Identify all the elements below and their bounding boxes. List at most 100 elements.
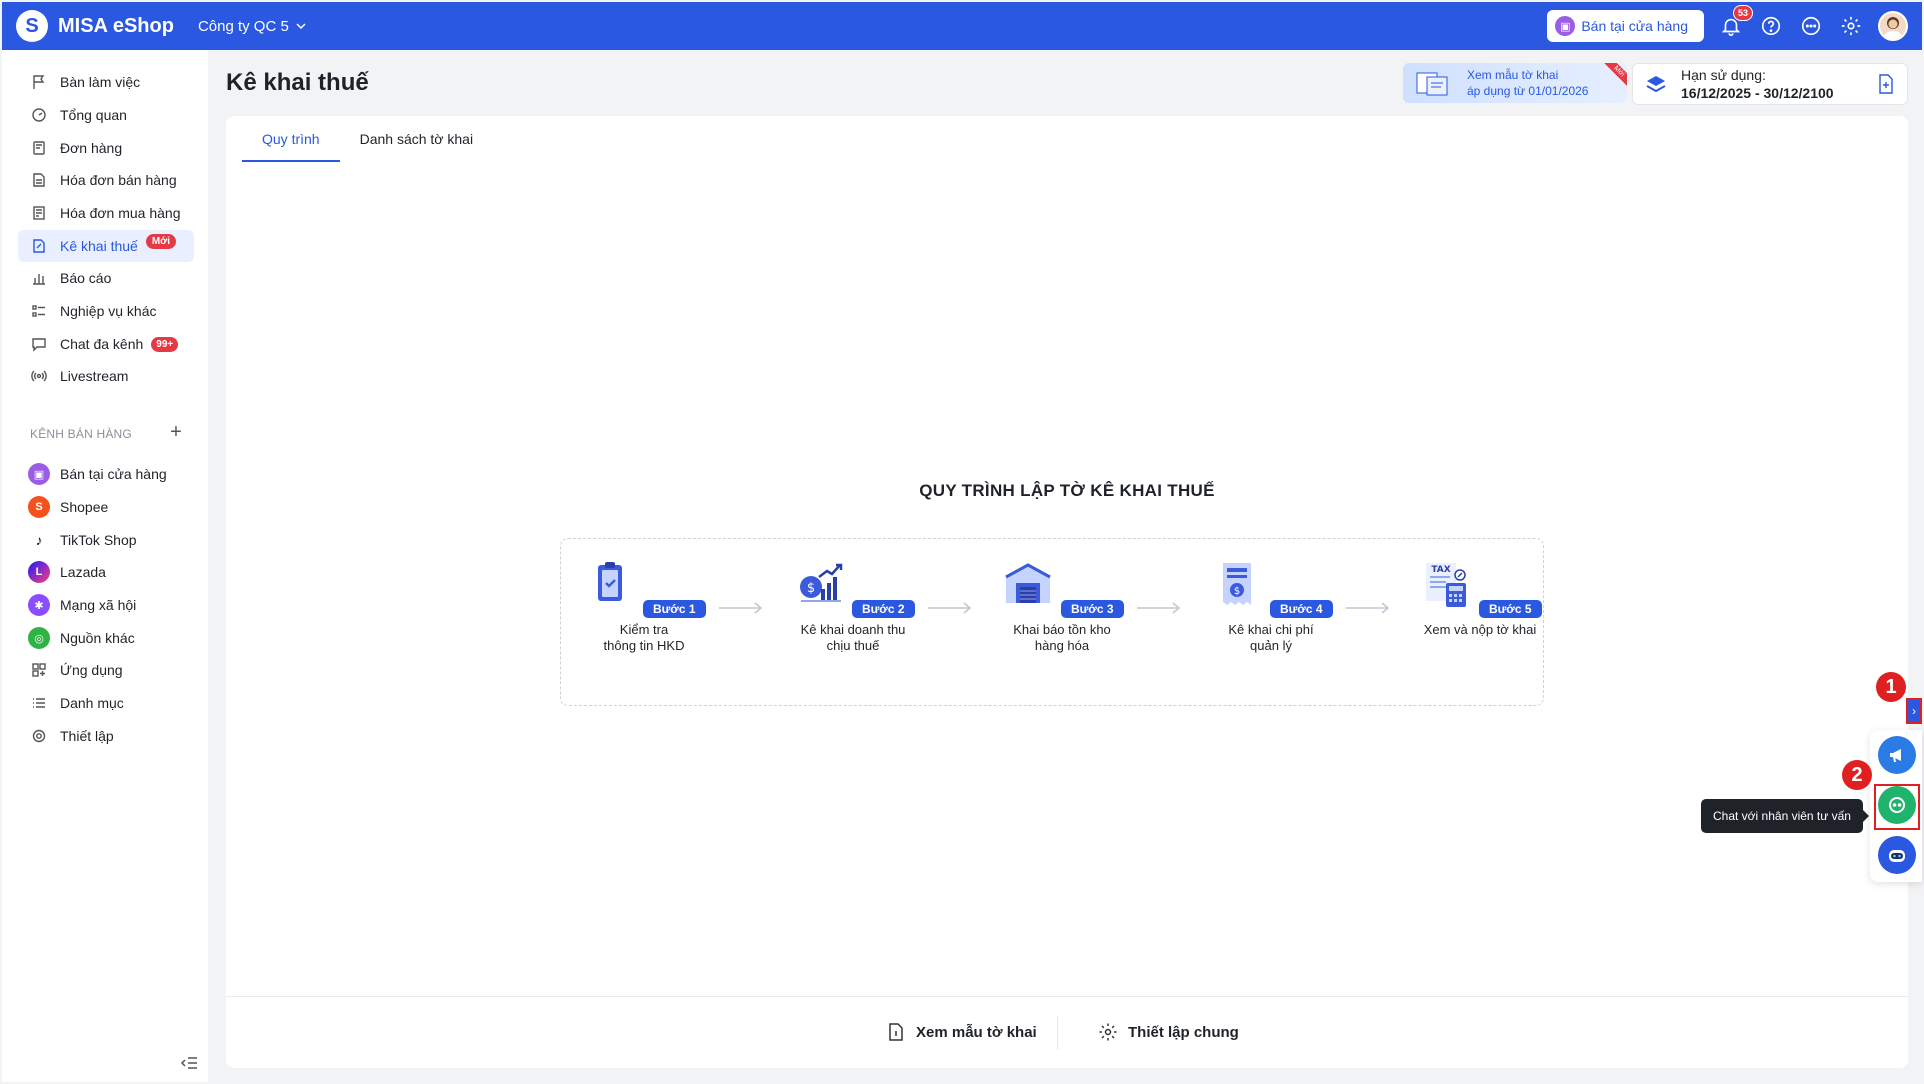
step-1-line2: thông tin HKD [603,638,685,653]
sidebar-item-label: Livestream [60,368,129,384]
step-4-label: Bước 4 [1269,600,1333,618]
step-2-label: Bước 2 [851,600,915,618]
document-stack-icon [1416,72,1448,96]
document-info-icon [889,1023,903,1041]
step-3[interactable]: Bước 3 Khai báo tồn kho hàng hóa [987,557,1137,654]
footer-separator [1057,1016,1058,1050]
chat-bubble-icon [1801,16,1821,36]
sidebar-item-label: Đơn hàng [60,140,123,156]
arrow-right-icon [1137,602,1181,614]
sidebar-item-omnichannel-chat[interactable]: Chat đa kênh 99+ [18,328,194,360]
messages-button[interactable] [1798,13,1824,39]
help-button[interactable] [1758,13,1784,39]
sidebar-item-sales-invoice[interactable]: Hóa đơn bán hàng [18,164,194,196]
collapse-sidebar-button[interactable] [170,1044,208,1082]
sidebar-item-label: Danh mục [60,695,124,711]
new-template-banner[interactable]: Xem mẫu tờ khai áp dụng từ 01/01/2026 Mớ… [1403,63,1627,103]
sidebar-item-shopee[interactable]: S Shopee [18,491,194,523]
invoice-icon [30,171,48,189]
sidebar-item-apps[interactable]: Ứng dụng [18,654,194,686]
sidebar-item-orders[interactable]: Đơn hàng [18,132,194,164]
promo-line1: Xem mẫu tờ khai [1467,68,1559,82]
sidebar-item-label: Bàn làm việc [60,74,141,90]
add-channel-button[interactable]: + [166,421,186,444]
notification-badge: 53 [1732,5,1753,21]
flag-icon [30,73,48,91]
sidebar-item-label: Chat đa kênh [60,336,144,352]
page-title: Kê khai thuế [226,69,369,96]
expiry-value: 16/12/2025 - 30/12/2100 [1681,85,1834,101]
list-icon [30,302,48,320]
other-source-icon: ◎ [28,627,50,649]
user-photo-icon [1883,17,1903,39]
sidebar-item-overview[interactable]: Tổng quan [18,99,194,131]
catalog-icon [30,694,48,712]
app-window: S MISA eShop Công ty QC 5 ▣ Bán tại cửa … [2,2,1922,1082]
step-1[interactable]: Bước 1 Kiểm tra thông tin HKD [569,557,719,654]
store-icon: ▣ [1555,16,1576,36]
svg-text:TAX: TAX [1432,565,1451,575]
chat-icon [30,335,48,353]
tab-declaration-list[interactable]: Danh sách tờ khai [340,116,493,162]
step-5[interactable]: TAX Bước 5 Xem và nộp tờ khai [1405,557,1555,638]
store-sale-button[interactable]: ▣ Bán tại cửa hàng [1547,10,1704,42]
apps-icon [30,661,48,679]
misa-wave-icon [1646,76,1666,93]
expand-panel-button[interactable]: › [1906,698,1922,724]
settings-button[interactable] [1838,13,1864,39]
sidebar-item-workspace[interactable]: Bàn làm việc [18,66,194,98]
megaphone-icon [1890,749,1901,762]
store-icon: ▣ [28,463,50,485]
sidebar-item-reports[interactable]: Báo cáo [18,262,194,294]
chevron-down-icon [296,23,306,30]
warehouse-icon [1005,563,1052,603]
purchase-invoice-icon [30,204,48,222]
gear-icon [1099,1023,1117,1041]
tab-process[interactable]: Quy trình [242,116,340,162]
step-2-line2: chịu thuế [826,638,880,653]
svg-text:$: $ [807,581,815,596]
sidebar-item-label: Hóa đơn mua hàng [60,205,181,221]
user-avatar[interactable] [1878,11,1908,41]
brand-name: MISA eShop [58,14,174,37]
step-4[interactable]: $ Bước 4 Kê khai chi phí quản lý [1196,557,1346,654]
sidebar-item-label: Lazada [60,564,106,580]
svg-text:$: $ [1234,586,1240,597]
collapse-icon [180,1057,197,1069]
sidebar-item-label: Hóa đơn bán hàng [60,172,177,188]
sidebar-item-label: Tổng quan [60,107,127,123]
step-4-line2: quản lý [1250,638,1292,653]
view-template-button[interactable]: Xem mẫu tờ khai [886,1014,1037,1050]
order-icon [30,139,48,157]
robot-icon [1889,850,1905,862]
step-5-label: Bước 5 [1478,600,1542,618]
license-expiry[interactable]: Hạn sử dụng: 16/12/2025 - 30/12/2100 [1632,63,1908,105]
sidebar-item-store-sale[interactable]: ▣ Bán tại cửa hàng [18,458,194,490]
step-3-line2: hàng hóa [1034,638,1090,653]
new-ribbon: Mới [1604,63,1627,86]
ai-assistant-button[interactable] [1878,836,1916,874]
sidebar-item-tax-declaration[interactable]: Kê khai thuế Mới [18,230,194,262]
sidebar-item-livestream[interactable]: Livestream [18,360,194,392]
view-template-label: Xem mẫu tờ khai [916,1023,1037,1041]
content-card: Quy trình Danh sách tờ khai QUY TRÌNH LẬ… [226,116,1908,1068]
brand[interactable]: S MISA eShop [16,10,174,42]
step-2[interactable]: $ Bước 2 Kê khai doanh thu chịu thuế [778,557,928,654]
arrow-right-icon [928,602,972,614]
sidebar-item-lazada[interactable]: L Lazada [18,556,194,588]
sidebar-item-purchase-invoice[interactable]: Hóa đơn mua hàng [18,197,194,229]
sidebar-item-settings[interactable]: Thiết lập [18,720,194,752]
sidebar-item-catalog[interactable]: Danh mục [18,687,194,719]
sidebar-item-other-sources[interactable]: ◎ Nguồn khác [18,622,194,654]
sidebar-item-label: Kê khai thuế [60,238,138,254]
sidebar-item-other-operations[interactable]: Nghiệp vụ khác [18,295,194,327]
new-badge: Mới [145,233,177,249]
sidebar-item-social[interactable]: ✱ Mạng xã hội [18,589,194,621]
document-icon [1879,74,1893,94]
company-selector[interactable]: Công ty QC 5 [198,18,307,35]
general-settings-button[interactable]: Thiết lập chung [1098,1014,1239,1050]
notification-button[interactable]: 53 [1718,5,1753,39]
sidebar-item-tiktok[interactable]: ♪ TikTok Shop [18,524,194,556]
announcement-button[interactable] [1878,736,1916,774]
tax-doc-icon [30,237,48,255]
